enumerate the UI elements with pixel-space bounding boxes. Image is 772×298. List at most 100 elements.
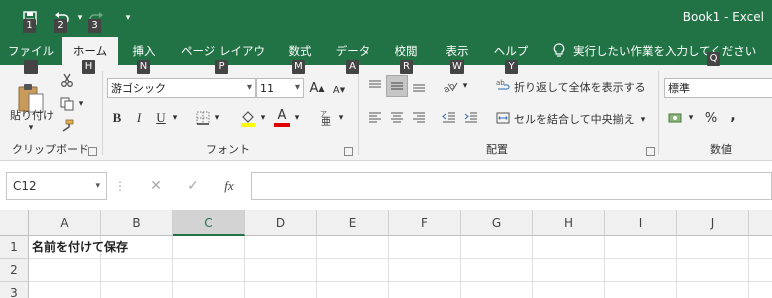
font-launcher-icon[interactable] bbox=[344, 147, 353, 156]
cell[interactable] bbox=[245, 259, 317, 282]
cell[interactable] bbox=[29, 282, 101, 298]
cell[interactable] bbox=[29, 259, 101, 282]
decrease-indent-icon[interactable] bbox=[440, 109, 458, 127]
orientation-dropdown-icon[interactable]: ▾ bbox=[460, 79, 470, 93]
borders-dropdown-icon[interactable]: ▾ bbox=[212, 111, 222, 125]
orientation-icon[interactable]: ab bbox=[440, 77, 460, 95]
align-bottom-icon[interactable] bbox=[410, 77, 428, 95]
column-header-selected[interactable]: C bbox=[173, 210, 245, 236]
copy-icon[interactable] bbox=[58, 95, 76, 113]
column-header[interactable]: D bbox=[245, 210, 317, 236]
shrink-font-button[interactable]: A ▼ bbox=[330, 81, 348, 99]
borders-icon[interactable] bbox=[194, 109, 212, 127]
align-middle-icon[interactable] bbox=[386, 75, 408, 97]
copy-dropdown-icon[interactable]: ▾ bbox=[76, 97, 86, 111]
cell[interactable] bbox=[533, 259, 605, 282]
align-left-icon[interactable] bbox=[366, 109, 384, 127]
cell[interactable] bbox=[533, 236, 605, 259]
alignment-launcher-icon[interactable] bbox=[646, 147, 655, 156]
column-header[interactable]: A bbox=[29, 210, 101, 236]
underline-dropdown-icon[interactable]: ▾ bbox=[170, 111, 180, 125]
align-center-icon[interactable] bbox=[388, 109, 406, 127]
cell[interactable] bbox=[317, 236, 389, 259]
column-header[interactable]: E bbox=[317, 210, 389, 236]
cell[interactable] bbox=[173, 236, 245, 259]
merge-center-icon[interactable] bbox=[494, 109, 512, 127]
column-header[interactable]: G bbox=[461, 210, 533, 236]
column-header[interactable]: B bbox=[101, 210, 173, 236]
wrap-text-button[interactable]: 折り返して全体を表示する bbox=[514, 79, 646, 95]
cell-a1[interactable]: 名前を付けて保存 bbox=[29, 236, 128, 259]
merge-dropdown-icon[interactable]: ▾ bbox=[638, 113, 648, 127]
underline-button[interactable]: U bbox=[152, 109, 170, 127]
cell[interactable] bbox=[101, 259, 173, 282]
format-painter-icon[interactable] bbox=[58, 117, 76, 135]
paste-button-label[interactable]: 貼り付け bbox=[9, 108, 55, 122]
formula-input[interactable] bbox=[251, 172, 772, 200]
cut-icon[interactable] bbox=[58, 71, 76, 89]
cell[interactable] bbox=[101, 236, 173, 259]
accounting-format-icon[interactable] bbox=[666, 109, 686, 127]
percent-style-button[interactable]: % bbox=[702, 109, 720, 127]
cell[interactable] bbox=[749, 282, 772, 298]
wrap-text-icon[interactable]: ab bbox=[494, 77, 512, 95]
clipboard-launcher-icon[interactable] bbox=[88, 147, 97, 156]
font-color-button[interactable]: A bbox=[272, 107, 292, 129]
phonetic-guide-icon[interactable]: ア亜 bbox=[316, 107, 336, 129]
cell[interactable] bbox=[389, 236, 461, 259]
name-box[interactable]: C12 ▾ bbox=[6, 172, 107, 200]
merge-center-button[interactable]: セルを結合して中央揃え bbox=[514, 111, 635, 127]
italic-button[interactable]: I bbox=[130, 109, 148, 127]
phonetic-dropdown-icon[interactable]: ▾ bbox=[336, 111, 346, 125]
accounting-dropdown-icon[interactable]: ▾ bbox=[686, 111, 696, 125]
cell[interactable] bbox=[173, 282, 245, 298]
font-name-select[interactable]: 游ゴシック ▾ bbox=[107, 78, 256, 98]
increase-indent-icon[interactable] bbox=[462, 109, 480, 127]
grow-font-button[interactable]: A ▲ bbox=[308, 79, 326, 97]
enter-button[interactable]: ✓ bbox=[180, 176, 206, 196]
cell[interactable] bbox=[101, 282, 173, 298]
column-header[interactable]: J bbox=[677, 210, 749, 236]
cell[interactable] bbox=[749, 236, 772, 259]
cell[interactable] bbox=[245, 282, 317, 298]
column-header[interactable] bbox=[749, 210, 772, 236]
font-size-select[interactable]: 11 ▾ bbox=[256, 78, 304, 98]
cell[interactable] bbox=[173, 259, 245, 282]
cell[interactable] bbox=[317, 259, 389, 282]
cell[interactable] bbox=[245, 236, 317, 259]
fill-color-dropdown-icon[interactable]: ▾ bbox=[258, 111, 268, 125]
cell[interactable] bbox=[749, 259, 772, 282]
cell[interactable] bbox=[317, 282, 389, 298]
cell[interactable] bbox=[461, 259, 533, 282]
bold-button[interactable]: B bbox=[108, 109, 126, 127]
tell-me-box[interactable]: 実行したい作業を入力してください bbox=[553, 37, 756, 65]
cell[interactable] bbox=[389, 259, 461, 282]
comma-style-button[interactable]: , bbox=[726, 107, 740, 125]
align-top-icon[interactable] bbox=[366, 77, 384, 95]
cell[interactable] bbox=[461, 282, 533, 298]
fill-color-icon[interactable] bbox=[238, 107, 258, 129]
insert-function-button[interactable]: fx bbox=[216, 176, 242, 196]
cell[interactable] bbox=[677, 259, 749, 282]
customize-qat-icon[interactable]: ▾ bbox=[118, 8, 138, 28]
align-right-icon[interactable] bbox=[410, 109, 428, 127]
cell[interactable] bbox=[677, 236, 749, 259]
cell[interactable] bbox=[533, 282, 605, 298]
row-header[interactable]: 2 bbox=[0, 259, 29, 282]
font-color-dropdown-icon[interactable]: ▾ bbox=[292, 111, 302, 125]
cell[interactable] bbox=[605, 282, 677, 298]
formula-bar-grip-icon[interactable]: ⋮ bbox=[114, 178, 126, 194]
cell[interactable] bbox=[389, 282, 461, 298]
number-format-select[interactable]: 標準 bbox=[664, 78, 772, 98]
select-all-corner[interactable] bbox=[0, 210, 29, 236]
column-header[interactable]: H bbox=[533, 210, 605, 236]
row-header[interactable]: 3 bbox=[0, 282, 29, 298]
cell[interactable] bbox=[461, 236, 533, 259]
chevron-down-icon[interactable]: ▾ bbox=[95, 173, 100, 199]
paste-dropdown-icon[interactable]: ▾ bbox=[26, 123, 36, 133]
cell[interactable] bbox=[677, 282, 749, 298]
column-header[interactable]: I bbox=[605, 210, 677, 236]
column-header[interactable]: F bbox=[389, 210, 461, 236]
cell[interactable] bbox=[605, 259, 677, 282]
cancel-entry-button[interactable]: ✕ bbox=[143, 176, 169, 196]
